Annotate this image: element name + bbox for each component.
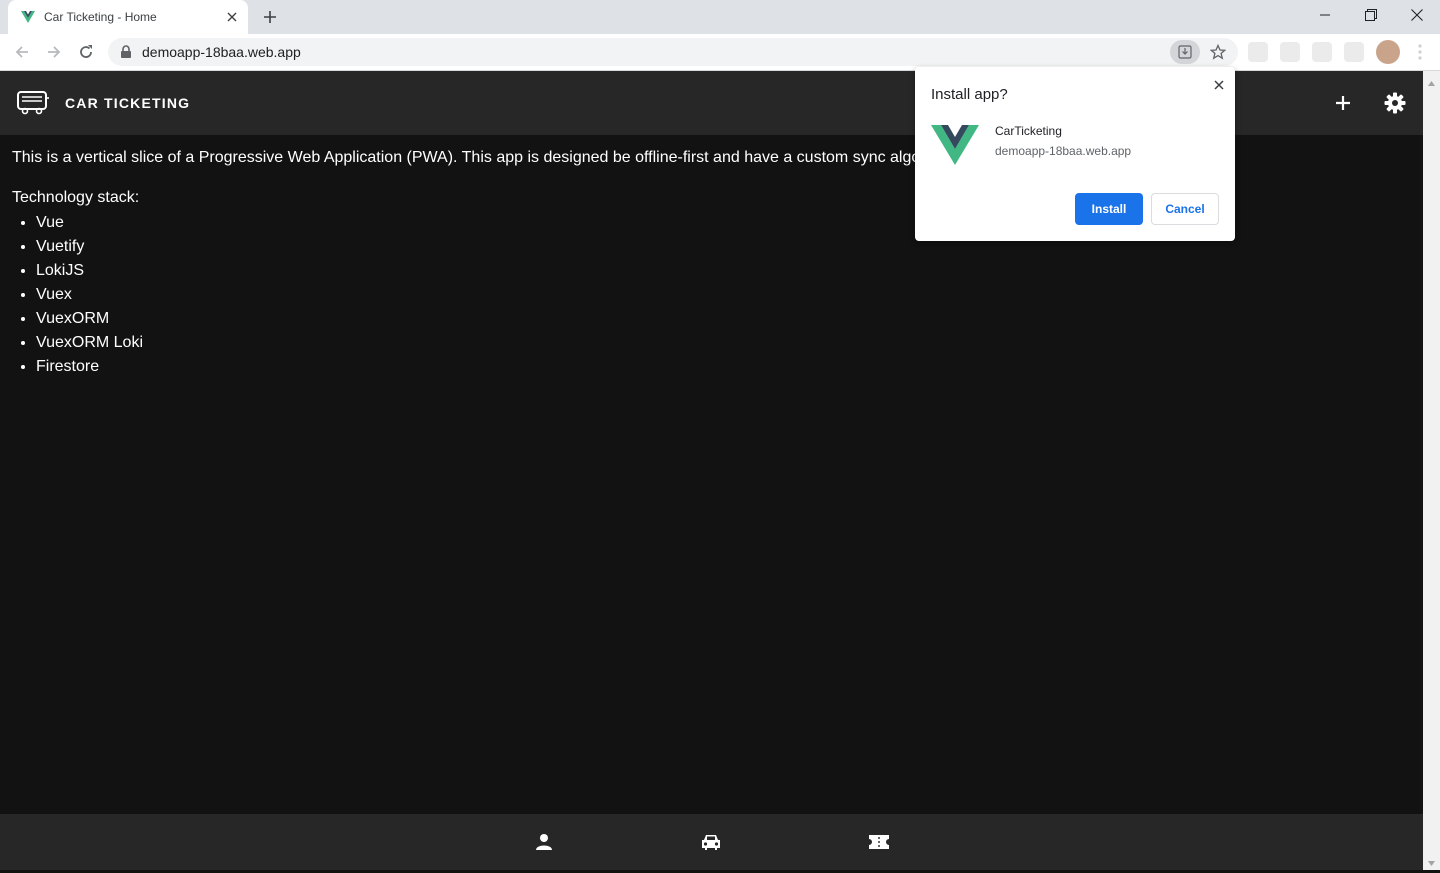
close-window-icon[interactable]	[1394, 0, 1440, 30]
list-item: VuexORM	[36, 307, 1412, 331]
address-url: demoapp-18baa.web.app	[142, 44, 301, 60]
restore-window-icon[interactable]	[1348, 0, 1394, 30]
dialog-app-origin: demoapp-18baa.web.app	[995, 144, 1132, 158]
extension-icon[interactable]	[1344, 42, 1364, 62]
settings-gear-icon[interactable]	[1379, 87, 1411, 119]
list-item: Vuex	[36, 283, 1412, 307]
dialog-app-name: CarTicketing	[995, 124, 1062, 138]
bookmark-star-icon[interactable]	[1208, 42, 1228, 62]
ticket-icon[interactable]	[863, 826, 895, 858]
vue-logo-icon	[931, 123, 979, 167]
app-title: CAR TICKETING	[65, 95, 191, 111]
forward-icon[interactable]	[40, 38, 68, 66]
vue-logo-icon	[20, 9, 36, 25]
profile-avatar[interactable]	[1376, 40, 1400, 64]
list-item: LokiJS	[36, 259, 1412, 283]
extension-icon[interactable]	[1312, 42, 1332, 62]
car-icon[interactable]	[695, 826, 727, 858]
reload-icon[interactable]	[72, 38, 100, 66]
person-icon[interactable]	[528, 826, 560, 858]
list-item: VuexORM Loki	[36, 331, 1412, 355]
vertical-scrollbar[interactable]	[1423, 71, 1440, 870]
tab-strip: Car Ticketing - Home	[0, 0, 1440, 34]
lock-icon	[120, 45, 132, 59]
extension-icon[interactable]	[1248, 42, 1268, 62]
bottom-navigation	[0, 814, 1423, 870]
address-bar[interactable]: demoapp-18baa.web.app	[108, 38, 1238, 66]
install-app-dialog: Install app? CarTicketing demoapp-18baa.…	[915, 67, 1235, 241]
close-icon[interactable]	[1209, 75, 1229, 95]
bus-logo-icon	[16, 90, 50, 116]
minimize-window-icon[interactable]	[1302, 0, 1348, 30]
add-icon[interactable]	[1327, 87, 1359, 119]
browser-menu-icon[interactable]	[1410, 42, 1430, 62]
browser-toolbar: demoapp-18baa.web.app	[0, 34, 1440, 71]
back-icon[interactable]	[8, 38, 36, 66]
list-item: Firestore	[36, 355, 1412, 379]
browser-tab[interactable]: Car Ticketing - Home	[8, 0, 248, 34]
install-button[interactable]: Install	[1075, 193, 1143, 225]
dialog-title: Install app?	[931, 86, 1008, 103]
new-tab-button[interactable]	[258, 5, 282, 29]
cancel-button[interactable]: Cancel	[1151, 193, 1219, 225]
scroll-up-icon[interactable]	[1427, 75, 1436, 86]
tab-close-icon[interactable]	[224, 9, 240, 25]
install-app-icon[interactable]	[1170, 40, 1200, 64]
scroll-down-icon[interactable]	[1427, 855, 1436, 866]
tab-title: Car Ticketing - Home	[44, 10, 157, 24]
extension-icon[interactable]	[1280, 42, 1300, 62]
